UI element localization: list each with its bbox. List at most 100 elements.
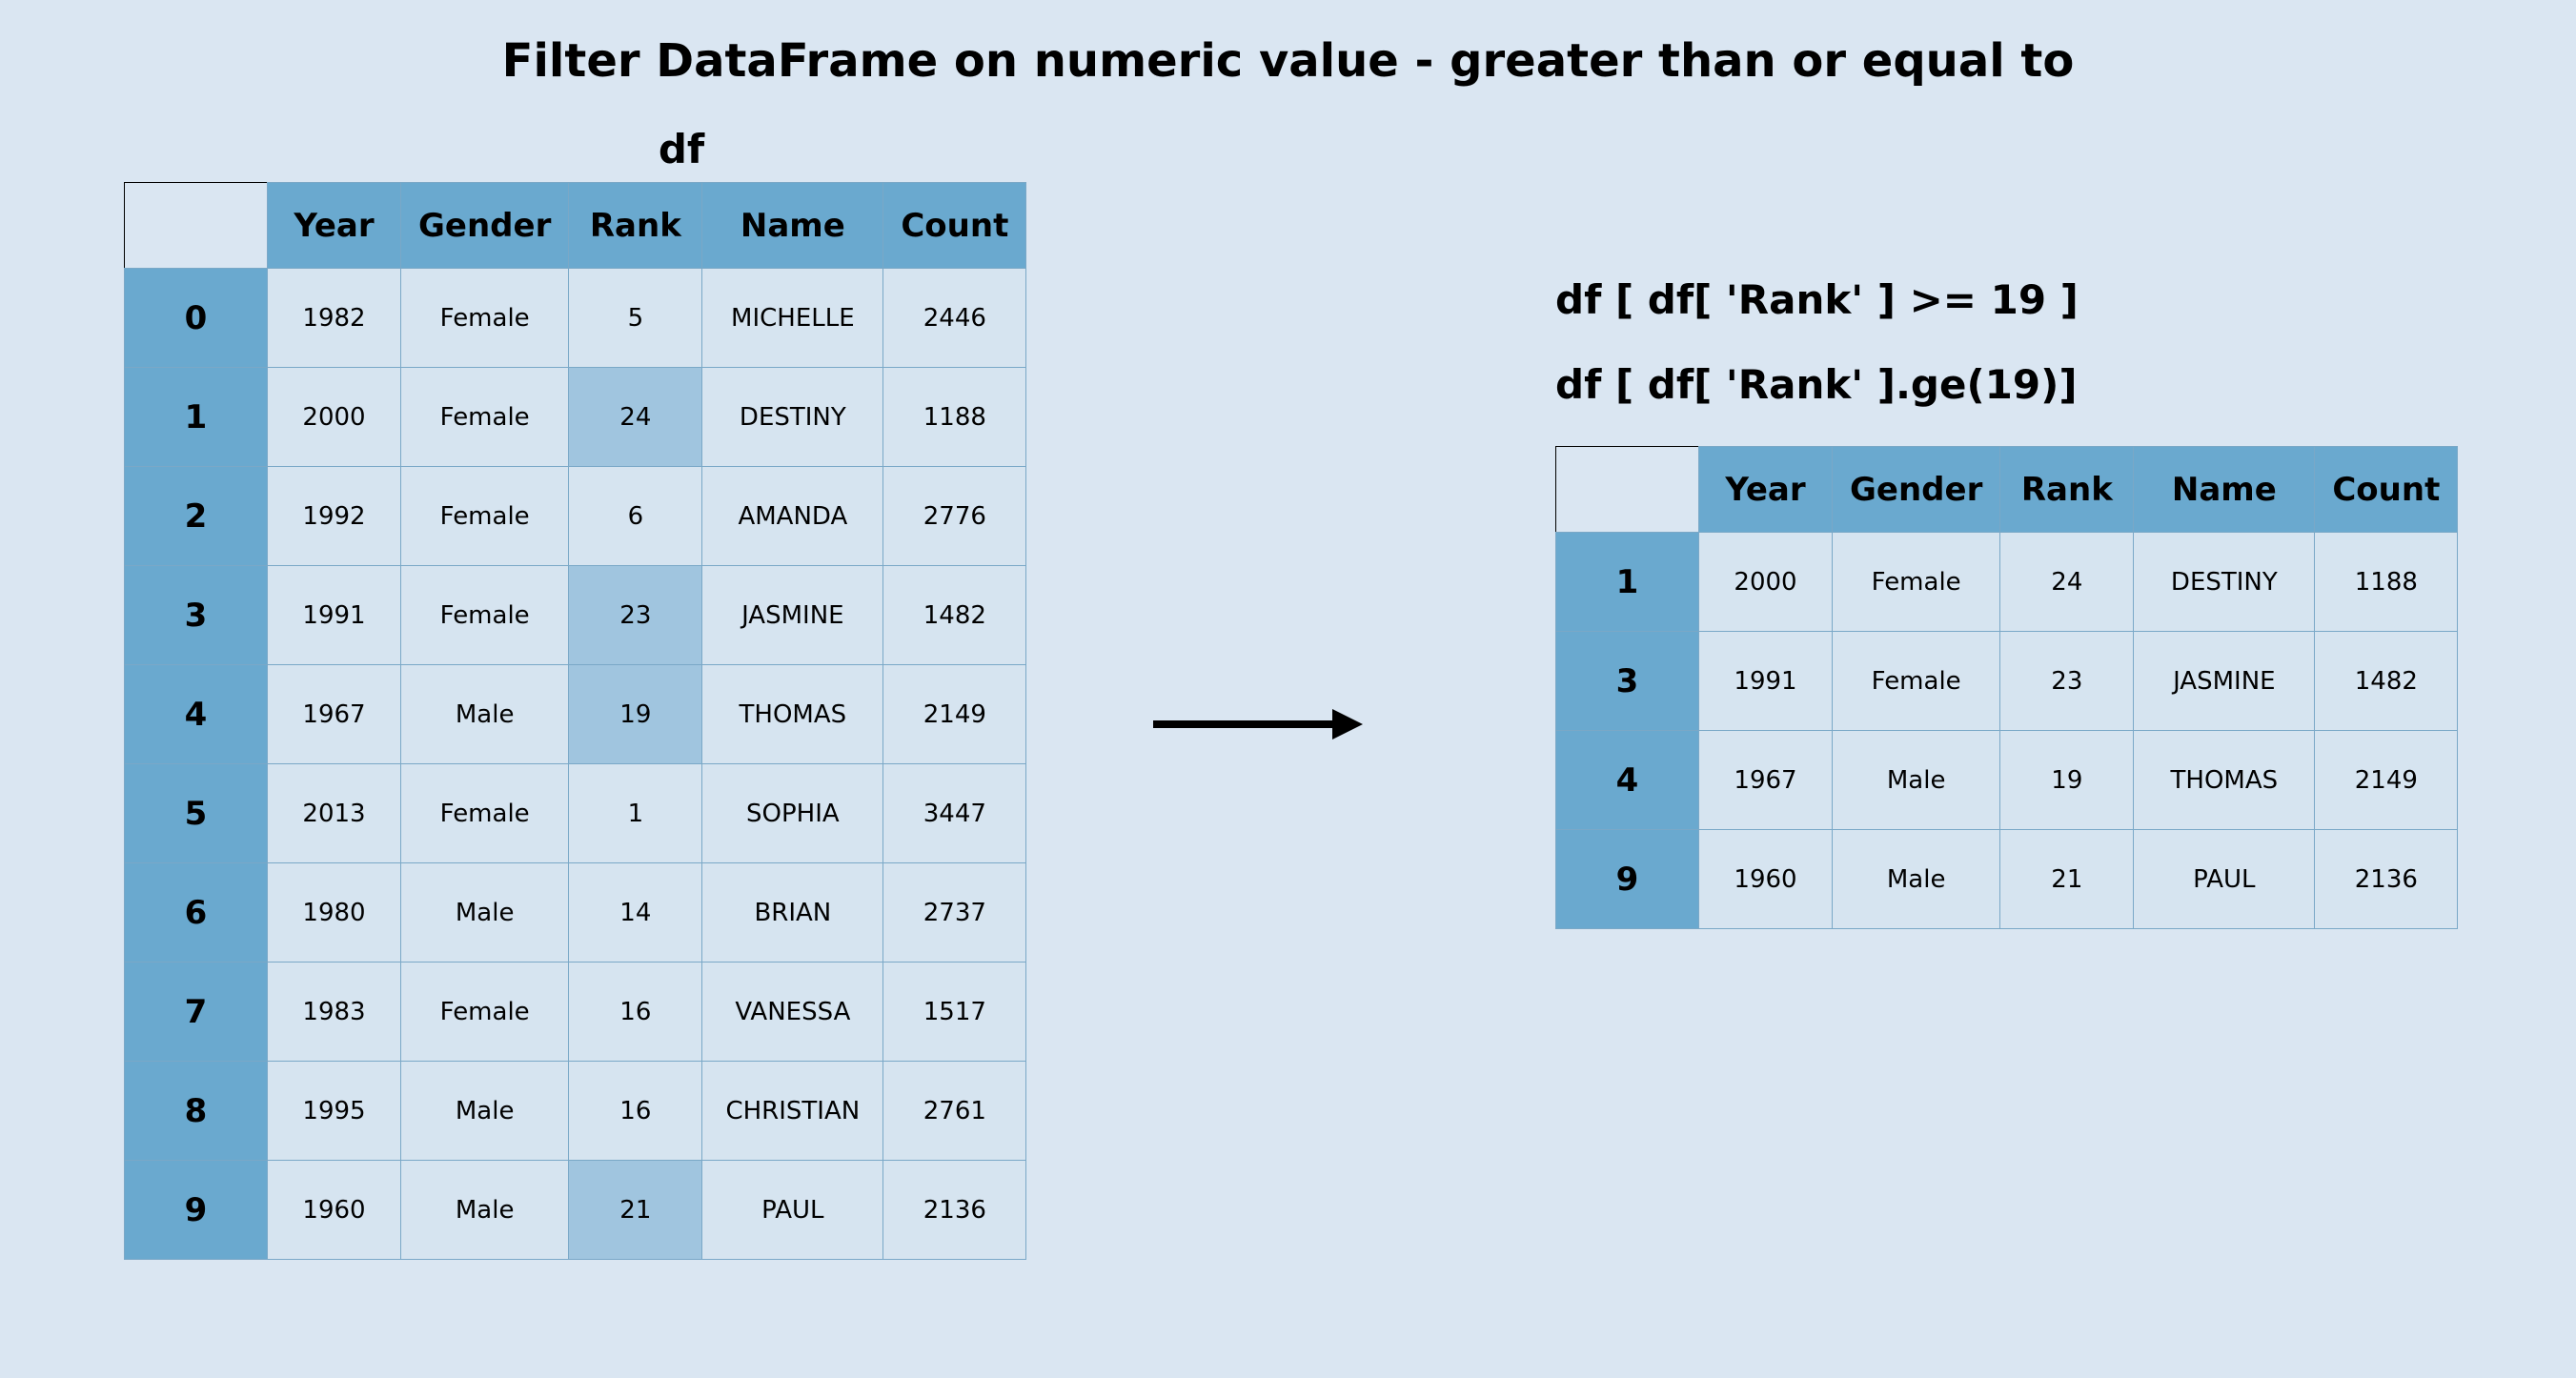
cell-year: 1960 <box>1699 830 1833 929</box>
cell-name: DESTINY <box>2134 533 2315 632</box>
left-block: df Year Gender Rank Name Count 01982Fema… <box>124 126 1096 1260</box>
cell-count: 1188 <box>2315 533 2458 632</box>
cell-rank: 23 <box>2000 632 2134 731</box>
row-index: 4 <box>125 665 268 764</box>
cell-name: DESTINY <box>702 368 883 467</box>
table-row: 12000Female24DESTINY1188 <box>1556 533 2458 632</box>
cell-gender: Female <box>401 368 569 467</box>
table-row: 61980Male14BRIAN2737 <box>125 863 1026 963</box>
cell-year: 1967 <box>268 665 401 764</box>
table-row: 71983Female16VANESSA1517 <box>125 963 1026 1062</box>
cell-name: MICHELLE <box>702 269 883 368</box>
table-row: 41967Male19THOMAS2149 <box>1556 731 2458 830</box>
code-line-1: df [ df[ 'Rank' ] >= 19 ] <box>1555 276 2458 323</box>
cell-gender: Male <box>401 665 569 764</box>
row-index: 6 <box>125 863 268 963</box>
row-index: 9 <box>1556 830 1699 929</box>
col-header-year: Year <box>1699 447 1833 533</box>
cell-name: JASMINE <box>2134 632 2315 731</box>
cell-gender: Female <box>1833 533 2000 632</box>
cell-gender: Male <box>1833 830 2000 929</box>
cell-gender: Female <box>401 764 569 863</box>
cell-count: 2149 <box>883 665 1026 764</box>
col-header-count: Count <box>883 183 1026 269</box>
cell-rank: 21 <box>2000 830 2134 929</box>
table-corner <box>1556 447 1699 533</box>
col-header-count: Count <box>2315 447 2458 533</box>
cell-gender: Female <box>1833 632 2000 731</box>
col-header-rank: Rank <box>569 183 702 269</box>
cell-name: JASMINE <box>702 566 883 665</box>
cell-year: 1992 <box>268 467 401 566</box>
cell-count: 2776 <box>883 467 1026 566</box>
cell-year: 1980 <box>268 863 401 963</box>
cell-count: 2136 <box>2315 830 2458 929</box>
col-header-year: Year <box>268 183 401 269</box>
cell-rank: 24 <box>2000 533 2134 632</box>
page-title: Filter DataFrame on numeric value - grea… <box>0 34 2576 88</box>
cell-rank: 16 <box>569 1062 702 1161</box>
cell-count: 3447 <box>883 764 1026 863</box>
cell-rank: 1 <box>569 764 702 863</box>
cell-year: 1960 <box>268 1161 401 1260</box>
col-header-name: Name <box>2134 447 2315 533</box>
row-index: 0 <box>125 269 268 368</box>
cell-count: 1482 <box>2315 632 2458 731</box>
cell-rank: 14 <box>569 863 702 963</box>
table-row: 12000Female24DESTINY1188 <box>125 368 1026 467</box>
cell-count: 2761 <box>883 1062 1026 1161</box>
cell-gender: Female <box>401 963 569 1062</box>
cell-gender: Female <box>401 269 569 368</box>
cell-name: PAUL <box>702 1161 883 1260</box>
cell-rank: 24 <box>569 368 702 467</box>
table-corner <box>125 183 268 269</box>
cell-year: 1967 <box>1699 731 1833 830</box>
cell-gender: Female <box>401 467 569 566</box>
cell-year: 2000 <box>268 368 401 467</box>
cell-rank: 21 <box>569 1161 702 1260</box>
cell-gender: Male <box>401 1062 569 1161</box>
cell-count: 2136 <box>883 1161 1026 1260</box>
table-row: 31991Female23JASMINE1482 <box>1556 632 2458 731</box>
cell-gender: Male <box>1833 731 2000 830</box>
row-index: 1 <box>1556 533 1699 632</box>
cell-year: 1995 <box>268 1062 401 1161</box>
cell-gender: Female <box>401 566 569 665</box>
cell-year: 2000 <box>1699 533 1833 632</box>
table-row: 91960Male21PAUL2136 <box>125 1161 1026 1260</box>
cell-gender: Male <box>401 1161 569 1260</box>
table-row: 01982Female5MICHELLE2446 <box>125 269 1026 368</box>
cell-count: 1188 <box>883 368 1026 467</box>
col-header-gender: Gender <box>401 183 569 269</box>
cell-name: THOMAS <box>702 665 883 764</box>
cell-name: BRIAN <box>702 863 883 963</box>
row-index: 2 <box>125 467 268 566</box>
cell-rank: 23 <box>569 566 702 665</box>
table-row: 91960Male21PAUL2136 <box>1556 830 2458 929</box>
cell-name: VANESSA <box>702 963 883 1062</box>
right-block: df [ df[ 'Rank' ] >= 19 ] df [ df[ 'Rank… <box>1555 276 2458 929</box>
cell-name: PAUL <box>2134 830 2315 929</box>
cell-count: 2737 <box>883 863 1026 963</box>
cell-name: SOPHIA <box>702 764 883 863</box>
col-header-name: Name <box>702 183 883 269</box>
cell-rank: 19 <box>569 665 702 764</box>
col-header-gender: Gender <box>1833 447 2000 533</box>
code-line-2: df [ df[ 'Rank' ].ge(19)] <box>1555 361 2458 408</box>
table-row: 21992Female6AMANDA2776 <box>125 467 1026 566</box>
cell-count: 2446 <box>883 269 1026 368</box>
arrow-icon <box>1153 705 1363 747</box>
cell-year: 1983 <box>268 963 401 1062</box>
cell-rank: 16 <box>569 963 702 1062</box>
table-row: 31991Female23JASMINE1482 <box>125 566 1026 665</box>
cell-year: 2013 <box>268 764 401 863</box>
row-index: 5 <box>125 764 268 863</box>
row-index: 8 <box>125 1062 268 1161</box>
cell-year: 1991 <box>268 566 401 665</box>
cell-name: THOMAS <box>2134 731 2315 830</box>
cell-year: 1982 <box>268 269 401 368</box>
row-index: 3 <box>125 566 268 665</box>
table-row: 81995Male16CHRISTIAN2761 <box>125 1062 1026 1161</box>
cell-name: AMANDA <box>702 467 883 566</box>
row-index: 7 <box>125 963 268 1062</box>
